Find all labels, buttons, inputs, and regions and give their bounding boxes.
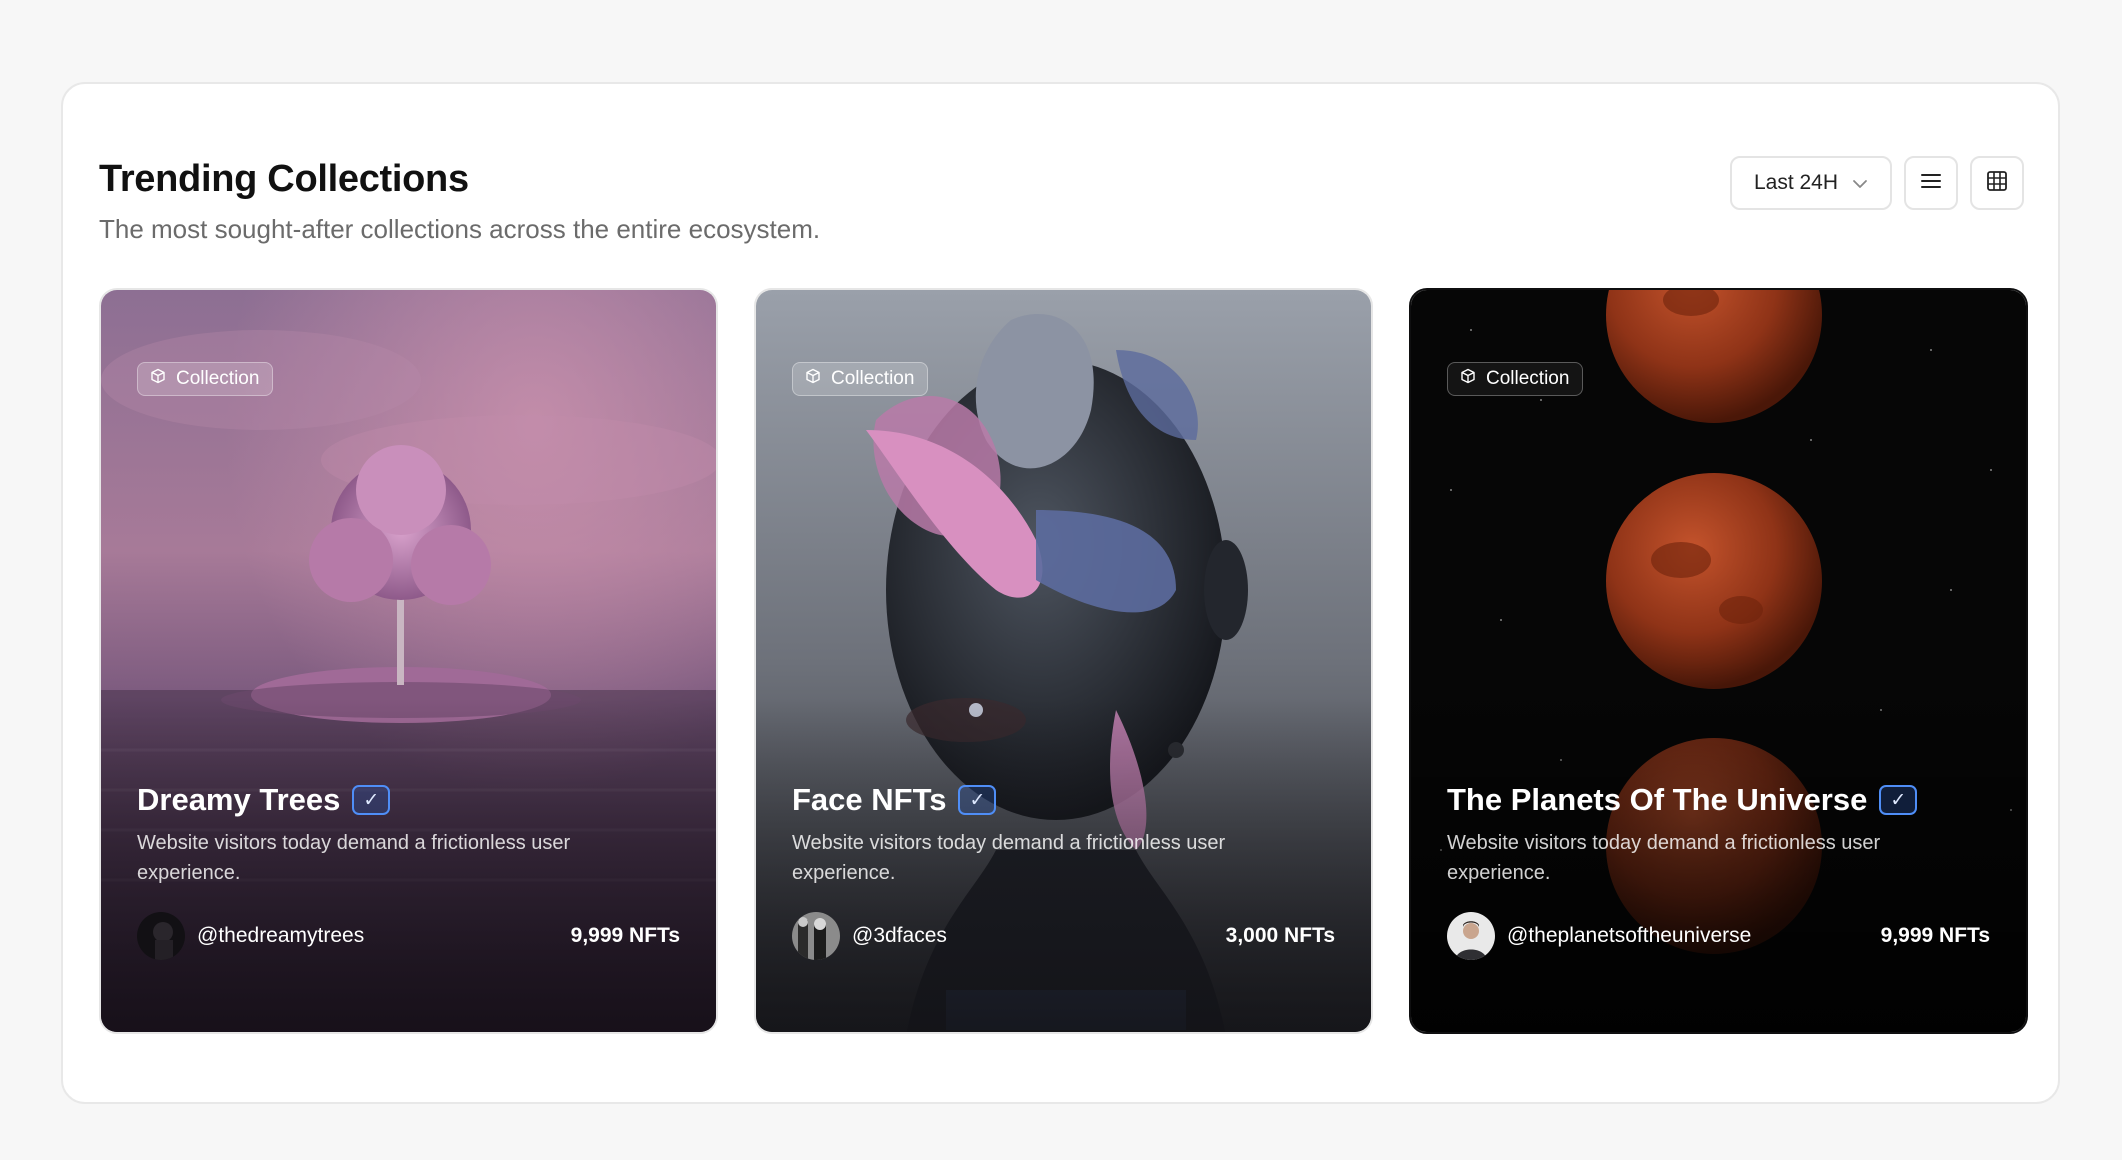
- collection-badge: Collection: [1447, 362, 1584, 396]
- collection-title: The Planets Of The Universe ✓: [1447, 782, 1918, 818]
- view-controls: Last 24H: [1730, 156, 2024, 210]
- page-subtitle: The most sought-after collections across…: [99, 214, 821, 244]
- check-icon: ✓: [1879, 785, 1918, 815]
- collection-description: Website visitors today demand a friction…: [137, 832, 571, 884]
- collection-name: Face NFTs: [792, 782, 947, 817]
- list-icon: [1921, 173, 1941, 194]
- badge-label: Collection: [831, 368, 915, 389]
- collection-title: Dreamy Trees ✓: [137, 782, 391, 818]
- collection-owner[interactable]: @3dfaces: [792, 912, 947, 960]
- chevron-down-icon: [1852, 171, 1868, 195]
- avatar: [1447, 912, 1495, 960]
- collection-badge: Collection: [792, 362, 929, 396]
- owner-handle: @3dfaces: [852, 924, 947, 947]
- page-title: Trending Collections: [99, 158, 469, 200]
- trending-collections-panel: Trending Collections The most sought-aft…: [61, 82, 2060, 1104]
- grid-icon: [1986, 170, 2008, 197]
- collection-name: The Planets Of The Universe: [1447, 782, 1868, 817]
- list-view-button[interactable]: [1904, 156, 1958, 210]
- badge-label: Collection: [176, 368, 260, 389]
- collection-owner[interactable]: @thedreamytrees: [137, 912, 364, 960]
- owner-handle: @theplanetsoftheuniverse: [1507, 924, 1752, 947]
- collection-description: Website visitors today demand a friction…: [1447, 832, 1881, 884]
- collection-card[interactable]: Collection Dreamy Trees ✓ Website visito…: [99, 288, 718, 1034]
- collection-badge: Collection: [137, 362, 274, 396]
- collection-card[interactable]: Collection Face NFTs ✓ Website visitors …: [754, 288, 1373, 1034]
- cube-icon: [805, 368, 821, 390]
- collection-owner[interactable]: @theplanetsoftheuniverse: [1447, 912, 1751, 960]
- check-icon: ✓: [352, 785, 391, 815]
- cube-icon: [1460, 368, 1476, 390]
- nft-count: 9,999 NFTs: [1880, 924, 1990, 947]
- collection-card[interactable]: Collection The Planets Of The Universe ✓…: [1409, 288, 2028, 1034]
- collection-cards: Collection Dreamy Trees ✓ Website visito…: [99, 288, 2028, 1034]
- cube-icon: [150, 368, 166, 390]
- collection-title: Face NFTs ✓: [792, 782, 997, 818]
- grid-view-button[interactable]: [1970, 156, 2024, 210]
- period-select[interactable]: Last 24H: [1730, 156, 1892, 210]
- collection-name: Dreamy Trees: [137, 782, 341, 817]
- nft-count: 3,000 NFTs: [1225, 924, 1335, 947]
- badge-label: Collection: [1486, 368, 1570, 389]
- check-icon: ✓: [958, 785, 997, 815]
- nft-count: 9,999 NFTs: [570, 924, 680, 947]
- avatar: [792, 912, 840, 960]
- owner-handle: @thedreamytrees: [197, 924, 365, 947]
- collection-description: Website visitors today demand a friction…: [792, 832, 1226, 884]
- period-select-label: Last 24H: [1753, 171, 1839, 194]
- avatar: [137, 912, 185, 960]
